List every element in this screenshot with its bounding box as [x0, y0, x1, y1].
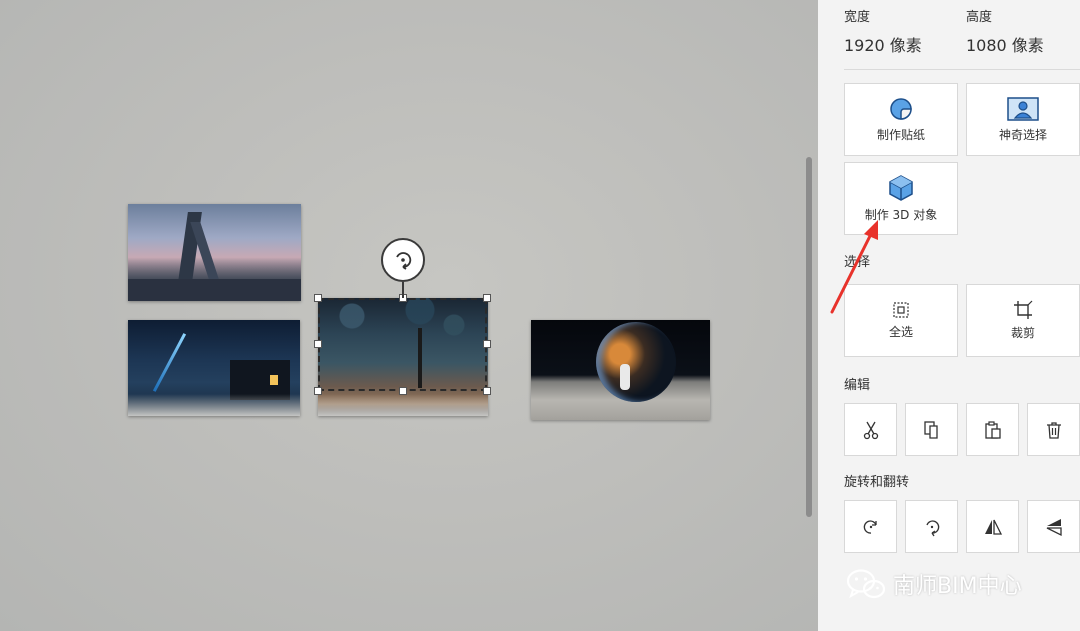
flip-horizontal-icon [984, 519, 1002, 535]
cut-button[interactable] [844, 403, 897, 456]
rotate-right-icon [925, 519, 939, 536]
height-value[interactable]: 1080 像素 [966, 32, 1044, 56]
image-reflection [128, 394, 300, 416]
width-value[interactable]: 1920 像素 [844, 32, 922, 56]
make-sticker-button[interactable]: 制作贴纸 [844, 83, 958, 156]
paste-button[interactable] [966, 403, 1019, 456]
selection-box[interactable] [318, 298, 487, 391]
image-detail [270, 375, 278, 385]
magic-select-label: 神奇选择 [998, 128, 1047, 142]
resize-handle-top-right[interactable] [483, 294, 491, 302]
delete-button[interactable] [1027, 403, 1080, 456]
image-detail [128, 279, 301, 301]
edit-section-label: 编辑 [844, 378, 871, 393]
make-sticker-label: 制作贴纸 [876, 128, 925, 142]
resize-handle-left[interactable] [314, 340, 322, 348]
flip-vertical-button[interactable] [1027, 500, 1080, 553]
rotate-right-button[interactable] [905, 500, 958, 553]
magic-select-button[interactable]: 神奇选择 [966, 83, 1080, 156]
resize-handle-bottom[interactable] [399, 387, 407, 395]
image-detail [620, 364, 630, 390]
rotate-left-button[interactable] [844, 500, 897, 553]
copy-button[interactable] [905, 403, 958, 456]
flip-horizontal-button[interactable] [966, 500, 1019, 553]
image-moon-astronaut-scene[interactable] [531, 320, 710, 420]
cube-icon [889, 175, 913, 201]
select-all-label: 全选 [888, 325, 913, 339]
height-label: 高度 [966, 10, 993, 25]
resize-handle-top-left[interactable] [314, 294, 322, 302]
paste-icon [984, 420, 1001, 439]
sticker-icon [890, 98, 912, 120]
rotate-left-icon [863, 519, 877, 534]
image-detail [152, 333, 187, 392]
resize-handle-right[interactable] [483, 340, 491, 348]
copy-icon [923, 420, 938, 439]
rotate-flip-section-label: 旋转和翻转 [844, 475, 910, 490]
image-city-scene[interactable] [128, 204, 301, 301]
wechat-icon [846, 569, 886, 599]
resize-handle-bottom-right[interactable] [483, 387, 491, 395]
crop-button[interactable]: 裁剪 [966, 284, 1080, 357]
crop-icon [1014, 300, 1033, 319]
rotate-handle-stem [402, 282, 404, 298]
vertical-scrollbar[interactable] [806, 157, 812, 517]
canvas-area[interactable] [0, 0, 818, 631]
rotate-icon [396, 252, 412, 270]
red-annotation-arrow-icon [830, 220, 878, 314]
rotate-handle[interactable] [381, 238, 425, 282]
cut-icon [863, 421, 878, 439]
flip-vertical-icon [1046, 518, 1062, 536]
watermark-text: 南师BIM中心 [893, 574, 1022, 599]
width-label: 宽度 [844, 10, 871, 25]
image-comet-scene[interactable] [128, 320, 300, 416]
watermark: 南师BIM中心 [845, 567, 1022, 601]
image-detail [596, 322, 676, 402]
resize-handle-bottom-left[interactable] [314, 387, 322, 395]
select-all-icon [893, 302, 909, 318]
magic-select-icon [1007, 97, 1039, 121]
image-reflection [318, 394, 488, 416]
crop-label: 裁剪 [1010, 326, 1035, 340]
panel-divider [844, 69, 1080, 70]
delete-icon [1046, 421, 1061, 439]
